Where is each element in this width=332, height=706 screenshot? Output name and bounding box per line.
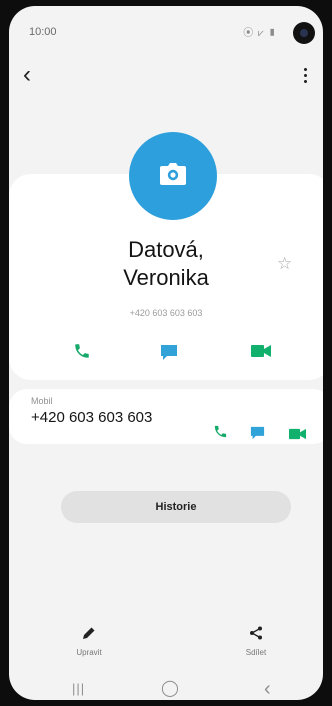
- contact-avatar[interactable]: [129, 132, 217, 220]
- pencil-icon: [83, 627, 95, 639]
- video-icon: [289, 428, 306, 440]
- camera-icon: [160, 163, 186, 185]
- video-icon: [251, 345, 271, 357]
- contact-name-line2: Veronika: [123, 265, 209, 290]
- entry-call-button[interactable]: [213, 424, 228, 444]
- edit-button[interactable]: Upravit: [54, 626, 124, 657]
- recent-apps-icon[interactable]: |||: [72, 678, 85, 700]
- top-bar: ‹: [9, 60, 323, 90]
- quick-actions: [9, 342, 323, 366]
- navigation-bar: ||| ◯ ‹: [9, 678, 323, 700]
- phone-number[interactable]: +420 603 603 603: [31, 409, 152, 426]
- share-button[interactable]: Sdílet: [221, 626, 291, 657]
- back-icon[interactable]: ‹: [23, 60, 31, 90]
- share-label: Sdílet: [245, 648, 267, 657]
- star-icon[interactable]: ☆: [277, 254, 292, 274]
- more-icon[interactable]: [295, 60, 315, 90]
- status-bar: 10:00 ⦿ ⩗ ▮: [9, 6, 323, 44]
- status-icons: ⦿ ⩗ ▮: [243, 28, 277, 39]
- contact-name-line1: Datová,: [128, 237, 204, 262]
- message-icon: [161, 345, 177, 360]
- phone-icon: [75, 344, 89, 358]
- entry-message-button[interactable]: [250, 426, 265, 445]
- status-time: 10:00: [29, 26, 57, 38]
- video-call-button[interactable]: [251, 344, 271, 363]
- share-icon: [250, 626, 262, 640]
- call-button[interactable]: [73, 342, 91, 365]
- phone-frame: 10:00 ⦿ ⩗ ▮ ‹ Datová, Veronika ☆ +420 60…: [0, 0, 332, 706]
- edit-label: Upravit: [76, 648, 102, 657]
- front-camera: [293, 22, 315, 44]
- message-button[interactable]: [160, 344, 178, 366]
- history-button[interactable]: Historie: [61, 491, 291, 523]
- back-nav-icon[interactable]: ‹: [264, 678, 271, 700]
- screen: 10:00 ⦿ ⩗ ▮ ‹ Datová, Veronika ☆ +420 60…: [9, 6, 323, 700]
- contact-number-small: +420 603 603 603: [129, 308, 203, 318]
- contact-name: Datová, Veronika: [9, 236, 323, 292]
- message-icon: [250, 426, 265, 440]
- entry-video-button[interactable]: [289, 427, 306, 445]
- phone-icon: [214, 425, 227, 438]
- phone-type-label: Mobil: [31, 396, 53, 406]
- home-icon[interactable]: ◯: [161, 678, 179, 700]
